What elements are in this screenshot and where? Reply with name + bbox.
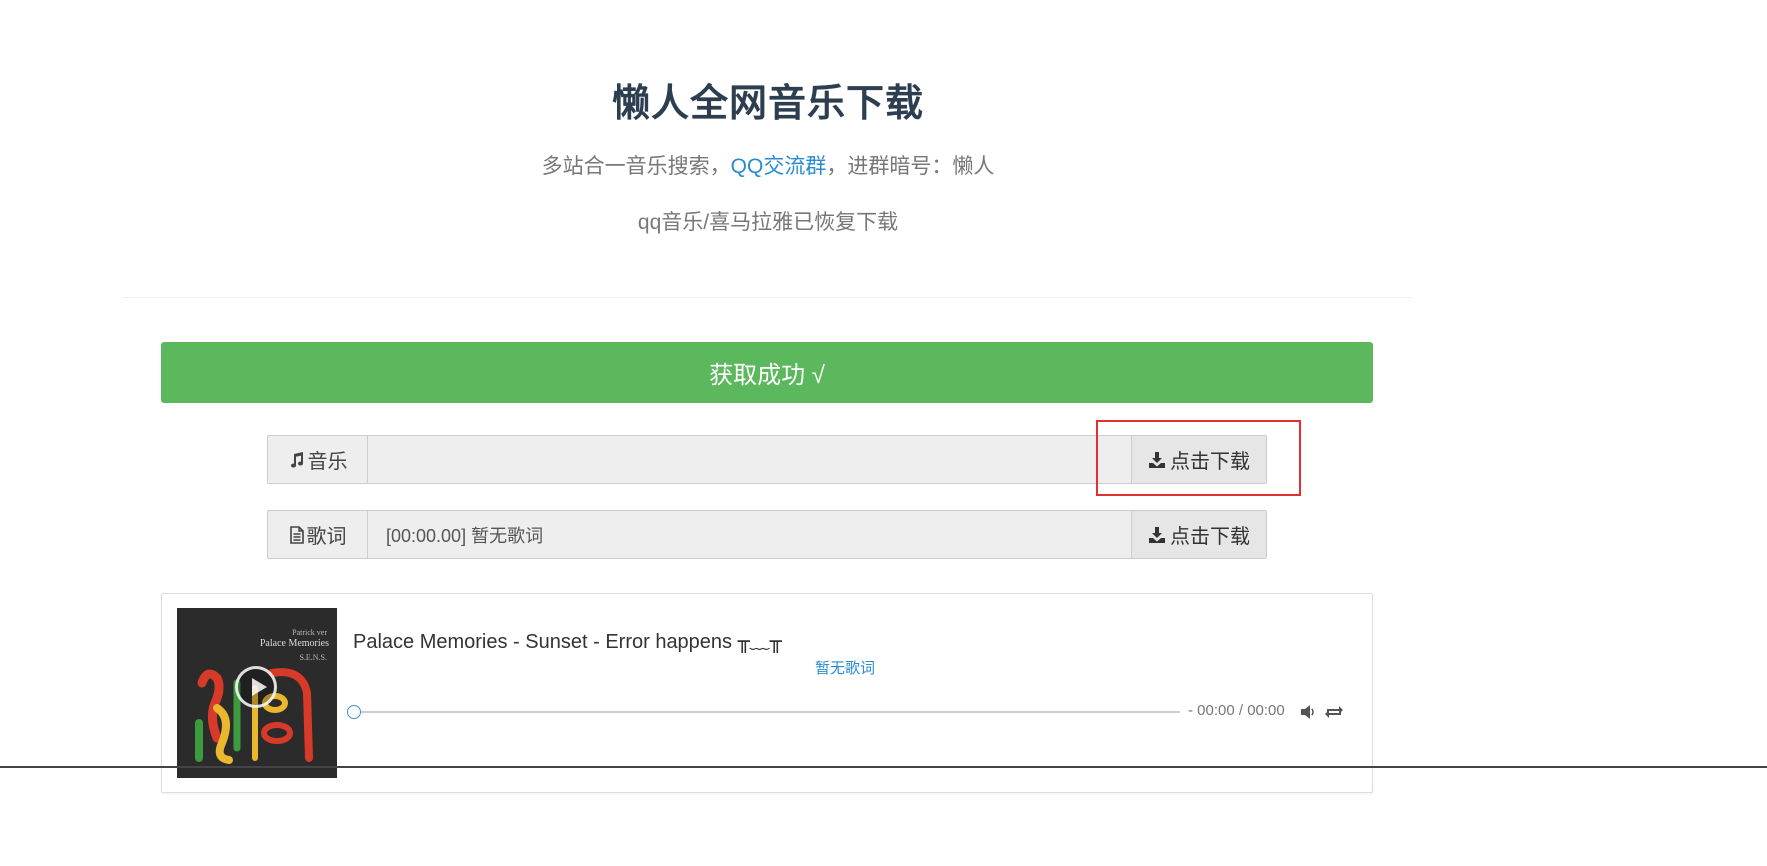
page-title: 懒人全网音乐下载 [611,83,924,125]
progress-knob[interactable] [347,705,361,719]
music-label: 音乐 [268,436,368,483]
subtitle-suffix: ，进群暗号：懒人 [826,155,995,178]
divider [122,297,1412,298]
success-message: 获取成功 √ [709,362,825,389]
music-note-icon [290,451,303,468]
success-alert: 获取成功 √ [161,342,1373,403]
lyric-download-label: 点击下载 [1170,526,1250,548]
download-icon [1149,526,1165,543]
song-title-emoticon: ╥﹏╥ [737,629,782,653]
current-lyric: 暂无歌词 [815,660,876,677]
music-url-field[interactable] [368,436,1131,483]
document-icon [289,525,304,544]
qq-group-link[interactable]: QQ交流群 [731,155,827,178]
play-button[interactable] [235,666,277,708]
loop-icon[interactable] [1324,704,1344,720]
time-display: - 00:00 / 00:00 [1188,702,1285,719]
progress-bar[interactable] [347,705,1180,719]
notice-text: qq音乐/喜马拉雅已恢复下载 [637,211,899,234]
lyric-download-row: 歌词 [00:00.00] 暂无歌词 点击下载 [267,510,1267,559]
song-title-text: Palace Memories - Sunset - Error happens [353,631,738,653]
volume-icon[interactable] [1299,703,1317,721]
subtitle-prefix: 多站合一音乐搜索， [541,155,731,178]
album-cover: Patrick ver Palace Memories S.E.N.S. [177,608,337,778]
bottom-border [0,766,1767,768]
audio-player: Patrick ver Palace Memories S.E.N.S. Pal… [161,593,1373,793]
lyric-download-button[interactable]: 点击下载 [1131,511,1266,558]
lyric-label-text: 歌词 [306,526,347,548]
song-title: Palace Memories - Sunset - Error happens… [353,625,782,654]
page-subtitle: 多站合一音乐搜索，QQ交流群，进群暗号：懒人 [0,150,1536,180]
lyric-text-field[interactable]: [00:00.00] 暂无歌词 [368,511,1131,558]
highlight-box [1096,420,1301,496]
music-label-text: 音乐 [307,451,348,473]
lyric-label: 歌词 [268,511,368,558]
